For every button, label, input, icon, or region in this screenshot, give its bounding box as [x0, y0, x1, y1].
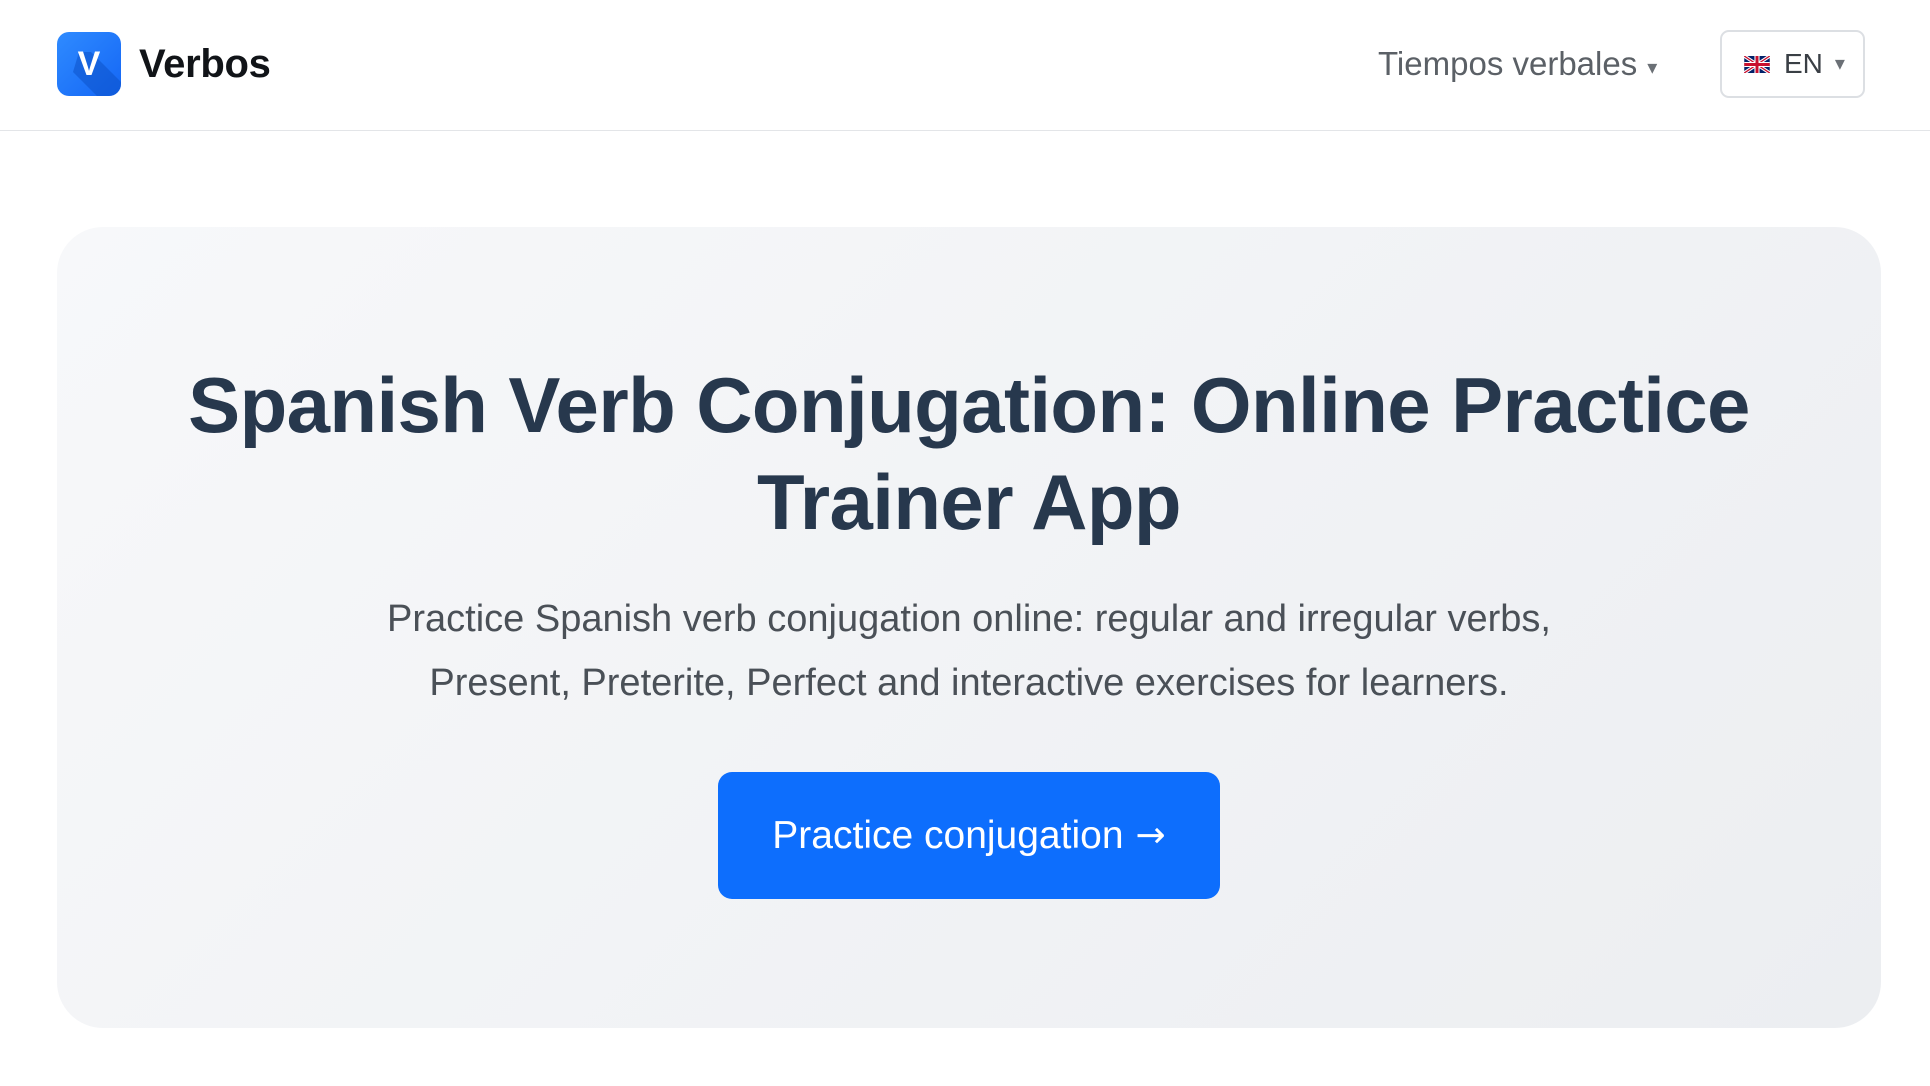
hero-subtitle: Practice Spanish verb conjugation online…	[387, 598, 1551, 704]
hero-section: Spanish Verb Conjugation: Online Practic…	[57, 227, 1881, 1028]
verbos-logo-icon: V	[57, 32, 121, 96]
brand-link[interactable]: V Verbos	[57, 32, 271, 96]
chevron-down-icon: ▾	[1647, 56, 1658, 79]
language-code: EN	[1784, 48, 1823, 79]
verb-tenses-dropdown[interactable]: Tiempos verbales ▾	[1378, 42, 1657, 86]
practice-conjugation-button[interactable]: Practice conjugation →	[718, 772, 1220, 899]
brand-name: Verbos	[139, 41, 271, 86]
arrow-right-icon: →	[1135, 815, 1166, 856]
uk-flag-icon	[1743, 54, 1771, 74]
chevron-down-icon: ▾	[1834, 52, 1845, 75]
site-header: V Verbos Tiempos verbales ▾ EN ▾	[0, 0, 1930, 131]
page-title: Spanish Verb Conjugation: Online Practic…	[188, 361, 1750, 546]
svg-text:V: V	[78, 45, 101, 83]
practice-conjugation-label: Practice conjugation	[772, 813, 1124, 857]
verb-tenses-dropdown-label: Tiempos verbales	[1378, 45, 1638, 82]
language-selector-button[interactable]: EN ▾	[1720, 30, 1865, 98]
